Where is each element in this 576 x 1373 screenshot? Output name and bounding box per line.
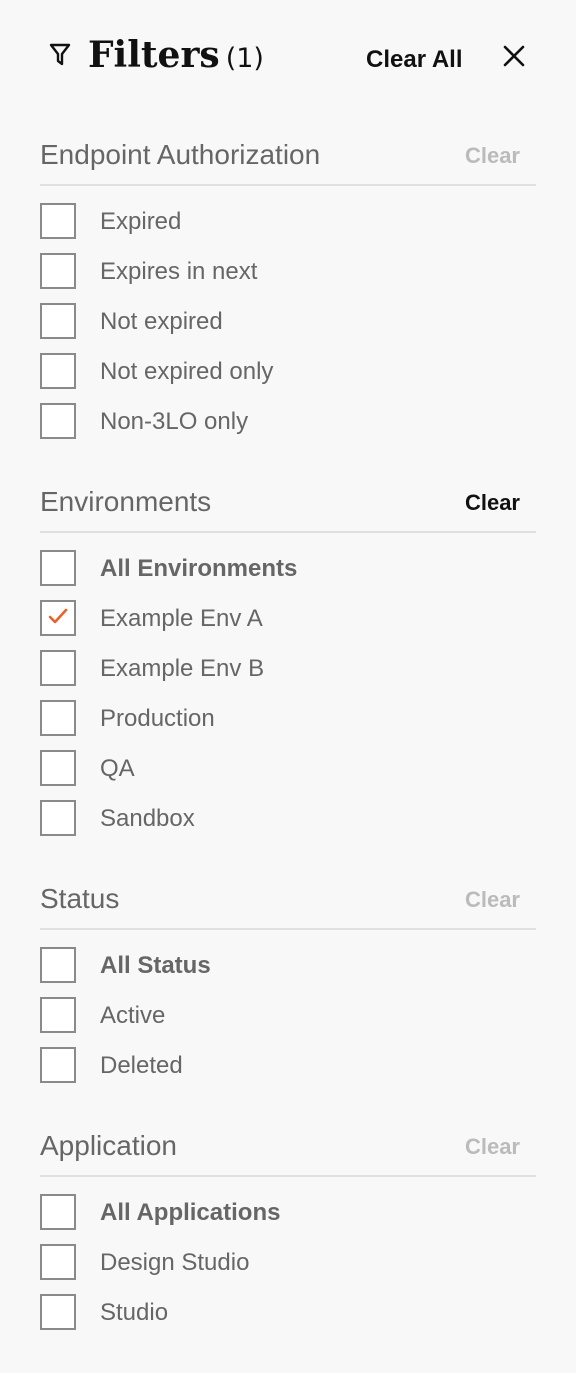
checkbox[interactable] xyxy=(40,403,76,439)
option-label[interactable]: Sandbox xyxy=(100,802,195,836)
option-all-status: All Status xyxy=(40,947,536,997)
option-label[interactable]: All Environments xyxy=(100,552,297,586)
option-label[interactable]: Not expired xyxy=(100,305,223,339)
section-title: Application xyxy=(40,1130,177,1161)
option-label[interactable]: Design Studio xyxy=(100,1246,249,1280)
checkbox[interactable] xyxy=(40,1194,76,1230)
clear-endpoint-authorization-button[interactable]: Clear xyxy=(465,141,520,171)
option-label[interactable]: Active xyxy=(100,999,165,1033)
checkmark-icon xyxy=(48,608,68,624)
option-deleted: Deleted xyxy=(40,1047,536,1097)
checkbox[interactable] xyxy=(40,700,76,736)
option-production: Production xyxy=(40,700,536,750)
checkbox[interactable] xyxy=(40,203,76,239)
checkbox[interactable] xyxy=(40,997,76,1033)
filters-header: Filters (1) Clear All xyxy=(0,0,576,110)
checkbox[interactable] xyxy=(40,1047,76,1083)
option-label[interactable]: QA xyxy=(100,752,135,786)
checkbox[interactable] xyxy=(40,303,76,339)
option-label[interactable]: Expires in next xyxy=(100,255,257,289)
checkbox[interactable] xyxy=(40,550,76,586)
option-not-expired-only: Not expired only xyxy=(40,353,536,403)
option-label[interactable]: Production xyxy=(100,702,215,736)
option-example-env-b: Example Env B xyxy=(40,650,536,700)
close-icon[interactable] xyxy=(500,42,528,70)
option-sandbox: Sandbox xyxy=(40,800,536,850)
option-label[interactable]: All Status xyxy=(100,949,211,983)
clear-environments-button[interactable]: Clear xyxy=(465,488,520,518)
clear-status-button[interactable]: Clear xyxy=(465,885,520,915)
section-endpoint-authorization: Endpoint Authorization Clear Expired Exp… xyxy=(40,135,536,453)
option-label[interactable]: Studio xyxy=(100,1296,168,1330)
option-label[interactable]: Example Env B xyxy=(100,652,264,686)
option-design-studio: Design Studio xyxy=(40,1244,536,1294)
section-environments: Environments Clear All Environments Exam… xyxy=(40,482,536,850)
option-active: Active xyxy=(40,997,536,1047)
clear-application-button[interactable]: Clear xyxy=(465,1132,520,1162)
option-qa: QA xyxy=(40,750,536,800)
checkbox[interactable] xyxy=(40,1294,76,1330)
section-title: Environments xyxy=(40,486,212,517)
section-title: Endpoint Authorization xyxy=(40,139,321,170)
checkbox[interactable] xyxy=(40,750,76,786)
section-application: Application Clear All Applications Desig… xyxy=(40,1126,536,1344)
divider xyxy=(40,184,536,186)
option-label[interactable]: Not expired only xyxy=(100,355,273,389)
checkbox-checked[interactable] xyxy=(40,600,76,636)
checkbox[interactable] xyxy=(40,253,76,289)
divider xyxy=(40,1175,536,1177)
option-label[interactable]: Expired xyxy=(100,205,181,239)
option-all-applications: All Applications xyxy=(40,1194,536,1244)
option-label[interactable]: Example Env A xyxy=(100,602,263,636)
option-not-expired: Not expired xyxy=(40,303,536,353)
checkbox[interactable] xyxy=(40,947,76,983)
page-title: Filters (1) xyxy=(88,30,264,84)
divider xyxy=(40,928,536,930)
section-title: Status xyxy=(40,883,120,914)
filters-title: Filters xyxy=(88,34,220,76)
option-studio: Studio xyxy=(40,1294,536,1344)
checkbox[interactable] xyxy=(40,650,76,686)
divider xyxy=(40,531,536,533)
filters-count: (1) xyxy=(225,43,264,74)
option-label[interactable]: Non-3LO only xyxy=(100,405,248,439)
option-non-3lo-only: Non-3LO only xyxy=(40,403,536,453)
funnel-icon xyxy=(49,43,71,66)
option-label[interactable]: All Applications xyxy=(100,1196,280,1230)
option-label[interactable]: Deleted xyxy=(100,1049,183,1083)
checkbox[interactable] xyxy=(40,800,76,836)
section-status: Status Clear All Status Active Deleted xyxy=(40,879,536,1097)
option-all-environments: All Environments xyxy=(40,550,536,600)
checkbox[interactable] xyxy=(40,353,76,389)
checkbox[interactable] xyxy=(40,1244,76,1280)
option-expires-in-next: Expires in next xyxy=(40,253,536,303)
clear-all-button[interactable]: Clear All xyxy=(366,44,462,76)
option-expired: Expired xyxy=(40,203,536,253)
option-example-env-a: Example Env A xyxy=(40,600,536,650)
